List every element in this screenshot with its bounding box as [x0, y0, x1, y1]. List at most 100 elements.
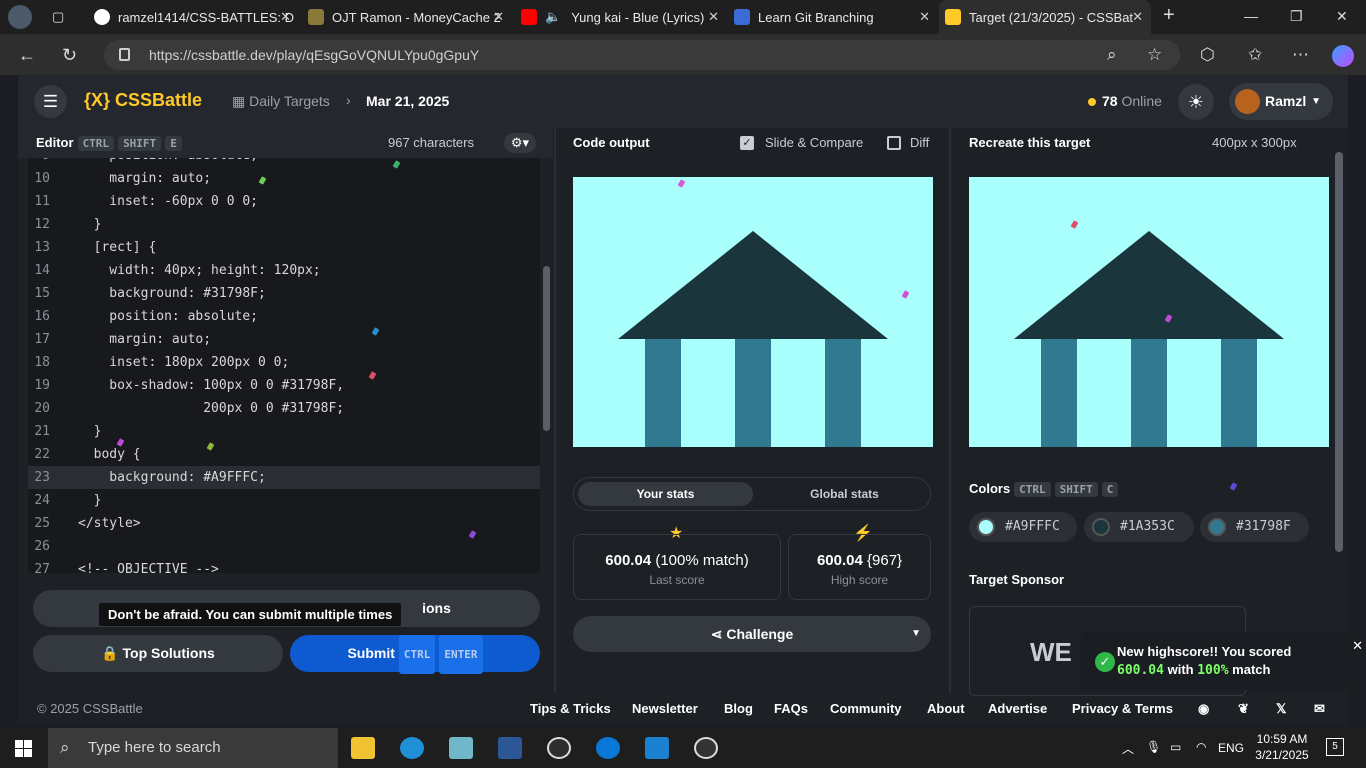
tab-github[interactable]: ramzel1414/CSS-BATTLES: D ✕: [84, 0, 299, 34]
copilot-icon[interactable]: [1332, 45, 1354, 67]
footer-link[interactable]: Privacy & Terms: [1072, 701, 1173, 716]
code-line[interactable]: 18 inset: 180px 200px 0 0;: [28, 351, 540, 374]
challenge-button[interactable]: ⋖ Challenge ▼: [573, 616, 931, 652]
code-line[interactable]: 27 <!-- OBJECTIVE -->: [28, 558, 540, 573]
tab-ojt[interactable]: OJT Ramon - MoneyCache 2 ✕: [300, 0, 512, 34]
url-input[interactable]: https://cssbattle.dev/play/qEsgGoVQNULYp…: [104, 40, 1180, 70]
word-icon[interactable]: [498, 737, 522, 759]
code-line[interactable]: 12 }: [28, 213, 540, 236]
chatgpt-icon[interactable]: [547, 737, 571, 759]
footer-link[interactable]: FAQs: [774, 701, 808, 716]
refresh-icon[interactable]: ↻: [62, 45, 77, 66]
skype-icon[interactable]: [596, 737, 620, 759]
footer-link[interactable]: Advertise: [988, 701, 1047, 716]
close-icon[interactable]: ✕: [919, 9, 930, 25]
user-menu-button[interactable]: Ramzl ▼: [1229, 83, 1333, 120]
close-icon[interactable]: ✕: [708, 9, 719, 25]
breadcrumb[interactable]: ▦ Daily Targets: [232, 93, 330, 110]
notes-app-icon[interactable]: [449, 737, 473, 759]
theme-toggle-sun-icon[interactable]: ☀: [1178, 84, 1214, 120]
code-line[interactable]: 21 }: [28, 420, 540, 443]
editor-settings-gear-icon[interactable]: ⚙▾: [504, 133, 536, 153]
color-swatch[interactable]: #A9FFFC: [969, 512, 1077, 542]
x-icon[interactable]: 𝕏: [1276, 701, 1286, 717]
battery-icon[interactable]: ▭: [1170, 740, 1181, 754]
speaker-icon[interactable]: 🔈: [545, 9, 561, 25]
menu-button[interactable]: ☰: [34, 85, 67, 118]
tab-global-stats[interactable]: Global stats: [762, 482, 927, 506]
code-line[interactable]: 10 margin: auto;: [28, 167, 540, 190]
code-line[interactable]: 26: [28, 535, 540, 558]
code-text: <!-- OBJECTIVE -->: [78, 562, 219, 573]
new-tab-button[interactable]: +: [1163, 4, 1175, 27]
code-line[interactable]: 16 position: absolute;: [28, 305, 540, 328]
code-line[interactable]: 17 margin: auto;: [28, 328, 540, 351]
minimize-button[interactable]: —: [1244, 8, 1258, 24]
code-editor[interactable]: 9 position: absolute;10 margin: auto;11 …: [28, 158, 540, 573]
favorites-icon[interactable]: ✩: [1248, 45, 1262, 65]
windows-start-icon[interactable]: [15, 740, 32, 757]
vscode-icon[interactable]: [645, 737, 669, 759]
footer-link[interactable]: Newsletter: [632, 701, 698, 716]
clock[interactable]: 10:59 AM 3/21/2025: [1250, 731, 1314, 763]
maximize-button[interactable]: ❐: [1290, 8, 1303, 25]
footer-link[interactable]: Tips & Tricks: [530, 701, 611, 716]
file-explorer-icon[interactable]: [351, 737, 375, 759]
submit-button[interactable]: Submit CTRL ENTER: [290, 635, 540, 674]
footer-link[interactable]: Community: [830, 701, 902, 716]
tab-youtube[interactable]: 🔈 Yung kai - Blue (Lyrics) ✕: [515, 0, 727, 34]
back-icon[interactable]: ←: [18, 45, 36, 66]
target-scrollbar[interactable]: [1335, 152, 1343, 552]
code-text: width: 40px; height: 120px;: [78, 263, 321, 278]
tab-cssbattle[interactable]: Target (21/3/2025) - CSSBat ✕: [939, 0, 1151, 34]
close-window-button[interactable]: ✕: [1336, 8, 1348, 25]
zoom-icon[interactable]: ⌕: [1107, 45, 1117, 65]
code-line[interactable]: 25 </style>: [28, 512, 540, 535]
cssbattle-logo[interactable]: {X} CSSBattle: [84, 90, 202, 111]
diff-checkbox[interactable]: [887, 136, 901, 150]
favorite-star-icon[interactable]: ☆: [1147, 45, 1162, 65]
close-icon[interactable]: ✕: [493, 9, 504, 25]
tab-your-stats[interactable]: Your stats: [578, 482, 753, 506]
close-icon[interactable]: ✕: [1132, 9, 1143, 25]
code-line[interactable]: 11 inset: -60px 0 0 0;: [28, 190, 540, 213]
profile-avatar[interactable]: [8, 0, 38, 34]
color-swatch[interactable]: #31798F: [1200, 512, 1309, 542]
code-line[interactable]: 23 background: #A9FFFC;: [28, 466, 540, 489]
output-canvas[interactable]: [573, 177, 933, 447]
target-title: Recreate this target: [969, 135, 1091, 150]
code-line[interactable]: 15 background: #31798F;: [28, 282, 540, 305]
scrollbar-thumb[interactable]: [543, 266, 550, 431]
screen-recorder-icon[interactable]: [694, 737, 718, 759]
more-icon[interactable]: ⋯: [1292, 45, 1309, 65]
microphone-icon[interactable]: 🎙: [1146, 740, 1161, 754]
top-solutions-button[interactable]: 🔒 Top Solutions: [33, 635, 283, 672]
tab-overview-icon[interactable]: ▢: [52, 0, 72, 34]
language-indicator[interactable]: ENG: [1218, 741, 1244, 755]
code-line[interactable]: 14 width: 40px; height: 120px;: [28, 259, 540, 282]
color-swatch[interactable]: #1A353C: [1084, 512, 1194, 542]
footer-link[interactable]: About: [927, 701, 965, 716]
slide-compare-checkbox[interactable]: ✓: [740, 136, 754, 150]
close-icon[interactable]: ✕: [1352, 638, 1363, 654]
code-line[interactable]: 13 [rect] {: [28, 236, 540, 259]
extensions-icon[interactable]: ⬡: [1200, 45, 1215, 65]
footer-link[interactable]: Blog: [724, 701, 753, 716]
bluesky-icon[interactable]: ❦: [1238, 701, 1249, 717]
code-line[interactable]: 22 body {: [28, 443, 540, 466]
target-canvas[interactable]: [969, 177, 1329, 447]
wifi-icon[interactable]: ◠: [1196, 740, 1206, 754]
taskbar-search-input[interactable]: ⌕ Type here to search: [48, 728, 338, 768]
mail-icon[interactable]: ✉: [1314, 701, 1325, 717]
chevron-up-icon[interactable]: ︿: [1122, 740, 1134, 757]
code-line[interactable]: 24 }: [28, 489, 540, 512]
close-icon[interactable]: ✕: [280, 9, 291, 25]
editor-scrollbar[interactable]: [540, 158, 553, 573]
notification-icon[interactable]: 5: [1326, 738, 1344, 756]
code-line[interactable]: 9 position: absolute;: [28, 158, 540, 167]
edge-icon[interactable]: [400, 737, 424, 759]
code-line[interactable]: 19 box-shadow: 100px 0 0 #31798F,: [28, 374, 540, 397]
code-line[interactable]: 20 200px 0 0 #31798F;: [28, 397, 540, 420]
tab-git[interactable]: Learn Git Branching ✕: [730, 0, 938, 34]
discord-icon[interactable]: ◉: [1198, 701, 1209, 717]
